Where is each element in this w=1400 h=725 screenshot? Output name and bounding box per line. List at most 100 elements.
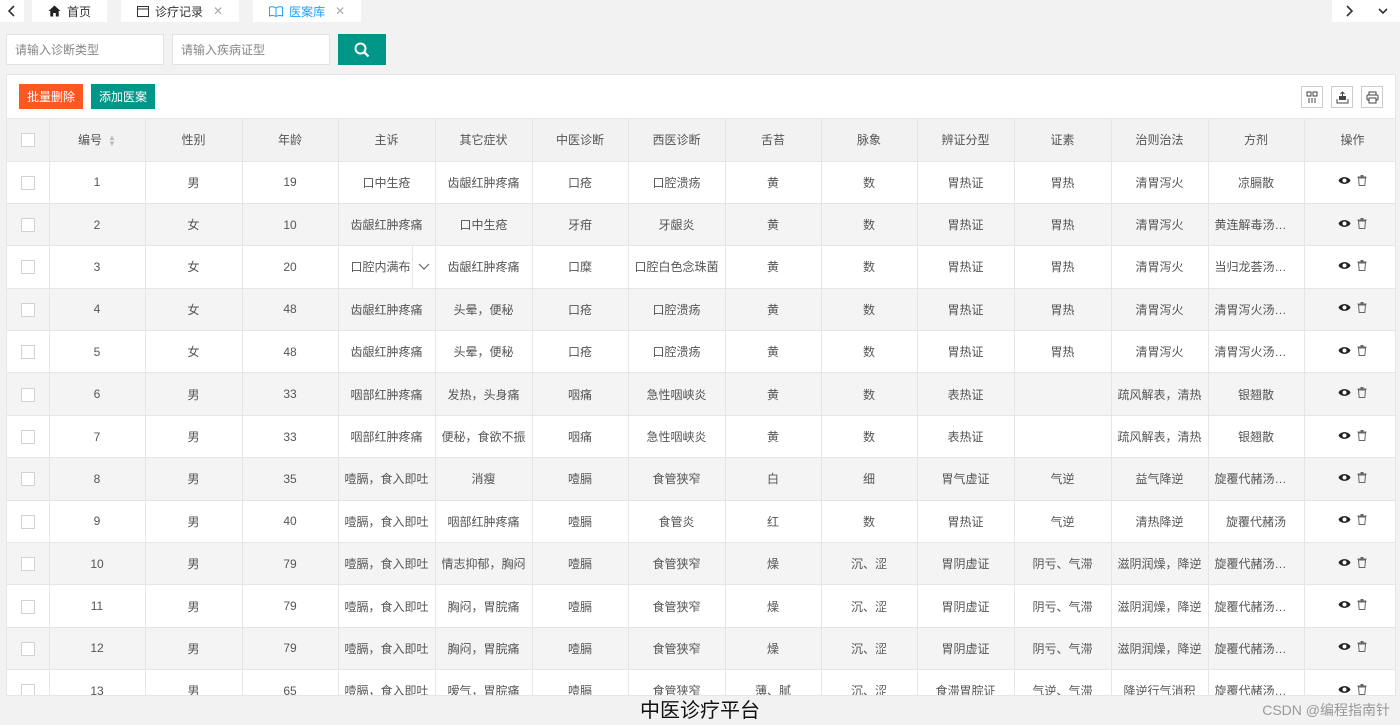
view-icon[interactable]	[1338, 387, 1351, 398]
trash-icon[interactable]	[1357, 599, 1367, 611]
table-cell: 清胃泻火	[1111, 203, 1209, 247]
view-icon[interactable]	[1338, 260, 1351, 271]
row-checkbox[interactable]	[20, 175, 35, 190]
syndrome-type-input[interactable]	[172, 34, 330, 65]
export-button[interactable]	[1331, 86, 1353, 108]
tab-case-library[interactable]: 医案库 ✕	[253, 0, 362, 22]
row-select-cell	[7, 500, 50, 544]
table-cell: 沉、涩	[821, 584, 918, 628]
view-icon[interactable]	[1338, 345, 1351, 356]
table-cell: 胃热	[1014, 161, 1112, 204]
row-checkbox[interactable]	[20, 641, 35, 656]
table-cell: 胃热证	[917, 288, 1015, 332]
trash-icon[interactable]	[1357, 387, 1367, 399]
table-cell: 噎膈，食入即吐	[338, 669, 436, 695]
tab-home[interactable]: 首页	[32, 0, 108, 22]
table-row[interactable]: 10 男 79 噎膈，食入即吐 情志抑郁，胸闷 噎膈 食管狭窄燥沉、涩 胃阴虚证 阴亏、气滞 滋阴…	[7, 542, 1395, 586]
select-all-checkbox[interactable]	[20, 133, 35, 148]
close-icon[interactable]: ✕	[213, 4, 223, 18]
row-select-cell	[7, 584, 50, 628]
row-select-cell	[7, 245, 50, 289]
view-icon[interactable]	[1338, 430, 1351, 441]
view-icon[interactable]	[1338, 514, 1351, 525]
table-row[interactable]: 4 女 48 齿龈红肿疼痛 头晕，便秘 口疮 口腔溃疡黄数胃热证 胃热 清胃泻火 清胃泻火汤加减	[7, 288, 1395, 332]
sort-icon[interactable]: ▲ ▼	[108, 134, 116, 148]
row-checkbox[interactable]	[20, 218, 35, 232]
table-row[interactable]: 5 女 48 齿龈红肿疼痛 头晕，便秘 口疮 口腔溃疡黄数胃热证 胃热 清胃泻火 清胃泻火汤加减	[7, 330, 1395, 374]
row-checkbox[interactable]	[20, 302, 35, 317]
trash-icon[interactable]	[1357, 429, 1367, 441]
table-row[interactable]: 9 男 40 噎膈，食入即吐 咽部红肿疼痛 噎膈 食管炎红数胃热证 气逆 清热降逆 旋覆代赭汤	[7, 500, 1395, 544]
row-checkbox[interactable]	[20, 260, 35, 275]
table-cell: 79	[242, 627, 339, 671]
table-cell: 10	[242, 203, 339, 247]
table-toolbar: 批量删除 添加医案	[7, 75, 1395, 119]
row-checkbox[interactable]	[20, 599, 35, 614]
table-row[interactable]: 3 女 20 口腔内满布… 齿龈红肿疼痛 口糜 口腔白色念珠菌黄数胃热证 胃热 清胃泻火 当归龙荟…	[7, 245, 1395, 289]
table-cell: 男	[145, 500, 243, 544]
view-icon[interactable]	[1338, 218, 1351, 229]
table-row[interactable]: 11 男 79 噎膈，食入即吐 胸闷，胃脘痛 噎膈 食管狭窄燥沉、涩 胃阴虚证 阴亏、气滞 滋阴润…	[7, 584, 1395, 628]
diagnosis-type-input[interactable]	[6, 34, 164, 65]
trash-icon[interactable]	[1357, 259, 1367, 271]
table-row[interactable]: 8 男 35 噎膈，食入即吐 消瘦 噎膈 食管狭窄白细胃气虚证 气逆 益气降逆 旋覆代赭汤加减	[7, 457, 1395, 501]
row-checkbox[interactable]	[20, 684, 35, 695]
page-footer-title: 中医诊疗平台	[0, 697, 1400, 725]
row-checkbox[interactable]	[20, 429, 35, 444]
column-header[interactable]: 编号 ▲ ▼	[49, 119, 146, 162]
columns-filter-button[interactable]	[1301, 86, 1323, 108]
row-actions-cell	[1304, 669, 1395, 695]
table-row[interactable]: 2 女 10 齿龈红肿疼痛 口中生疮 牙疳 牙龈炎黄数胃热证 胃热 清胃泻火 黄连解毒汤加减	[7, 203, 1395, 247]
table-row[interactable]: 13 男 65 噎膈，食入即吐 嗳气，胃脘痛 噎膈 食管狭窄 薄、腻 沉、涩 食滞胃脘证 气逆、气滞…	[7, 669, 1395, 695]
table-row[interactable]: 6 男 33 咽部红肿疼痛 发热，头身痛 咽痛 急性咽峡炎黄数表热证 疏风解表，清热 银翘散	[7, 372, 1395, 416]
print-button[interactable]	[1361, 86, 1383, 108]
trash-icon[interactable]	[1357, 683, 1367, 695]
view-icon[interactable]	[1338, 684, 1351, 695]
table-cell: 男	[145, 669, 243, 695]
row-select-cell	[7, 669, 50, 695]
search-button[interactable]	[338, 34, 386, 65]
table-cell: 33	[242, 372, 339, 416]
table-row[interactable]: 1 男 19 口中生疮 齿龈红肿疼痛 口疮 口腔溃疡黄数胃热证 胃热 清胃泻火 凉膈散	[7, 161, 1395, 204]
cell-expand-button[interactable]	[412, 246, 434, 288]
table-cell: 胃热证	[917, 330, 1015, 374]
tab-records[interactable]: 诊疗记录 ✕	[121, 0, 240, 22]
trash-icon[interactable]	[1357, 514, 1367, 526]
row-checkbox[interactable]	[20, 557, 35, 572]
tab-scroll-left-button[interactable]	[0, 0, 24, 22]
column-header: 治则治法	[1111, 119, 1209, 162]
row-checkbox[interactable]	[20, 472, 35, 487]
column-header: 西医诊断	[628, 119, 726, 162]
batch-delete-button[interactable]: 批量删除	[19, 84, 84, 109]
close-icon[interactable]: ✕	[335, 4, 345, 18]
column-header: 舌苔	[725, 119, 822, 162]
row-actions-cell	[1304, 500, 1395, 544]
trash-icon[interactable]	[1357, 471, 1367, 483]
table-row[interactable]: 7 男 33 咽部红肿疼痛 便秘，食欲不振 咽痛 急性咽峡炎黄数表热证 疏风解表，清热 银翘散	[7, 415, 1395, 459]
trash-icon[interactable]	[1357, 556, 1367, 568]
trash-icon[interactable]	[1357, 217, 1367, 229]
table-cell: 噎膈	[532, 584, 629, 628]
row-checkbox[interactable]	[20, 514, 35, 529]
tab-menu-button[interactable]	[1366, 0, 1400, 22]
view-icon[interactable]	[1338, 599, 1351, 610]
search-icon	[354, 42, 370, 57]
case-table: 编号 ▲ ▼ 性别 年龄 主诉 其它症状 中医诊断 西医诊断 舌苔 脉象 辨证分型 …	[7, 119, 1395, 695]
trash-icon[interactable]	[1357, 302, 1367, 314]
view-icon[interactable]	[1338, 641, 1351, 652]
tab-scroll-right-button[interactable]	[1332, 0, 1366, 22]
view-icon[interactable]	[1338, 472, 1351, 483]
table-row[interactable]: 12 男 79 噎膈，食入即吐 胸闷，胃脘痛 噎膈 食管狭窄燥沉、涩 胃阴虚证 阴亏、气滞 滋阴润…	[7, 627, 1395, 671]
trash-icon[interactable]	[1357, 344, 1367, 356]
view-icon[interactable]	[1338, 302, 1351, 313]
add-case-button[interactable]: 添加医案	[91, 84, 156, 109]
row-checkbox[interactable]	[20, 345, 35, 360]
view-icon[interactable]	[1338, 557, 1351, 568]
view-icon[interactable]	[1338, 175, 1351, 186]
trash-icon[interactable]	[1357, 641, 1367, 653]
table-cell: 食管狭窄	[628, 627, 726, 671]
table-cell: 胃阴虚证	[917, 542, 1015, 586]
trash-icon[interactable]	[1357, 175, 1367, 187]
table-cell: 燥	[725, 584, 822, 628]
row-checkbox[interactable]	[20, 387, 35, 402]
